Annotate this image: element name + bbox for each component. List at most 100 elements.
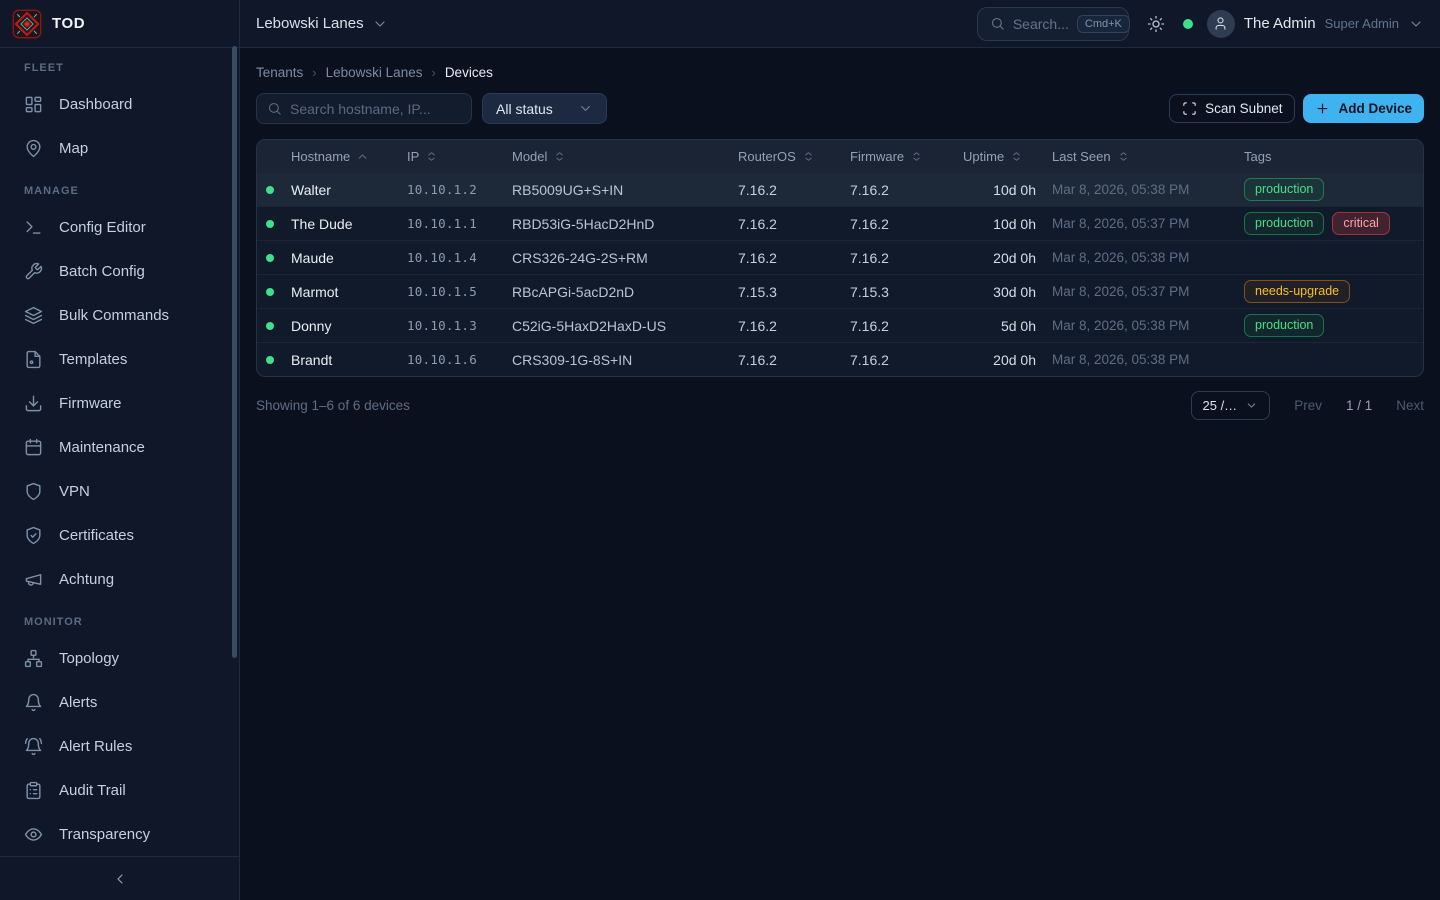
shield-check-icon	[24, 526, 43, 545]
map-pin-icon	[24, 139, 43, 158]
sort-icon	[1117, 150, 1130, 163]
add-device-button[interactable]: Add Device	[1303, 94, 1424, 123]
cell-last-seen: Mar 8, 2026, 05:37 PM	[1044, 284, 1236, 299]
pagination: 25 /… Prev 1 / 1 Next	[1191, 391, 1425, 420]
cell-ip: 10.10.1.3	[399, 318, 504, 333]
column-header-firmware[interactable]: Firmware	[842, 149, 955, 164]
cell-uptime: 10d 0h	[955, 216, 1044, 232]
sort-icon	[553, 150, 566, 163]
sidebar-item-map[interactable]: Map	[12, 126, 227, 170]
status-online-dot	[266, 322, 274, 330]
column-header-routeros[interactable]: RouterOS	[730, 149, 842, 164]
status-filter-select[interactable]: All status	[482, 93, 607, 124]
sidebar-collapse-button[interactable]	[0, 856, 239, 900]
breadcrumb-separator: ›	[312, 65, 316, 80]
sidebar-scrollbar-thumb[interactable]	[232, 46, 237, 658]
sidebar-section: MONITOR TopologyAlertsAlert Rules Audit Tr…	[12, 616, 227, 856]
column-header-uptime[interactable]: Uptime	[955, 149, 1044, 164]
theme-toggle-button[interactable]	[1143, 11, 1169, 37]
cell-hostname: Walter	[283, 182, 399, 198]
sidebar-item-audit-trail[interactable]: Audit Trail	[12, 768, 227, 812]
file-icon	[24, 350, 43, 369]
sidebar-section-label: MONITOR	[12, 616, 227, 628]
status-online-dot	[266, 288, 274, 296]
table-row[interactable]: The Dude10.10.1.1RBD53iG-5HacD2HnD7.16.2…	[257, 206, 1423, 240]
megaphone-icon	[24, 570, 43, 589]
plus-icon	[1315, 101, 1330, 116]
app-root: TOD FLEET Dashboard Map MANAGE Config Editor…	[0, 0, 1440, 900]
cell-routeros: 7.16.2	[730, 250, 842, 266]
cell-last-seen: Mar 8, 2026, 05:38 PM	[1044, 352, 1236, 367]
user-role: Super Admin	[1325, 16, 1399, 31]
sidebar-item-batch-config[interactable]: Batch Config	[12, 249, 227, 293]
bell-ring-icon	[24, 737, 43, 756]
tag-badge-production: production	[1244, 314, 1324, 337]
table-row[interactable]: Walter10.10.1.2RB5009UG+S+IN7.16.27.16.2…	[257, 172, 1423, 206]
bell-icon	[24, 693, 43, 712]
table-row[interactable]: Maude10.10.1.4CRS326-24G-2S+RM7.16.27.16…	[257, 240, 1423, 274]
cell-last-seen: Mar 8, 2026, 05:38 PM	[1044, 250, 1236, 265]
topbar-right: Search... Cmd+K The Admin Super Admin	[977, 7, 1424, 41]
sidebar-item-alerts[interactable]: Alerts	[12, 680, 227, 724]
status-online-dot	[266, 254, 274, 262]
sidebar-section-label: FLEET	[12, 62, 227, 74]
table-row[interactable]: Donny10.10.1.3C52iG-5HaxD2HaxD-US7.16.27…	[257, 308, 1423, 342]
app-logo[interactable]: TOD	[0, 0, 239, 48]
sidebar-item-dashboard[interactable]: Dashboard	[12, 82, 227, 126]
sidebar-item-label: Dashboard	[59, 96, 132, 113]
chevron-down-icon	[578, 101, 593, 116]
column-label: Uptime	[963, 149, 1004, 164]
breadcrumb-tenant[interactable]: Lebowski Lanes	[326, 65, 423, 80]
cell-status	[257, 186, 283, 194]
scan-icon	[1182, 101, 1197, 116]
next-page-button[interactable]: Next	[1396, 398, 1424, 413]
sidebar-section-label: MANAGE	[12, 185, 227, 197]
sidebar-item-config-editor[interactable]: Config Editor	[12, 205, 227, 249]
table-row[interactable]: Brandt10.10.1.6CRS309-1G-8S+IN7.16.27.16…	[257, 342, 1423, 376]
column-header-ip[interactable]: IP	[399, 149, 504, 164]
devices-page: Tenants › Lebowski Lanes › Devices All s…	[240, 48, 1440, 900]
sidebar-item-maintenance[interactable]: Maintenance	[12, 425, 227, 469]
cell-routeros: 7.16.2	[730, 352, 842, 368]
device-search-input[interactable]	[290, 101, 461, 117]
column-header-last-seen[interactable]: Last Seen	[1044, 149, 1236, 164]
sidebar-item-alert-rules[interactable]: Alert Rules	[12, 724, 227, 768]
chevron-down-icon	[1408, 16, 1424, 32]
sidebar-item-bulk-commands[interactable]: Bulk Commands	[12, 293, 227, 337]
column-header-hostname[interactable]: Hostname	[283, 149, 399, 164]
sidebar-item-label: Achtung	[59, 571, 114, 588]
user-menu[interactable]: The Admin Super Admin	[1207, 10, 1424, 38]
breadcrumb-tenants[interactable]: Tenants	[256, 65, 303, 80]
cell-model: CRS309-1G-8S+IN	[504, 352, 730, 368]
cell-last-seen: Mar 8, 2026, 05:38 PM	[1044, 318, 1236, 333]
chevron-down-icon	[1245, 399, 1258, 412]
sidebar-nav: FLEET Dashboard Map MANAGE Config EditorBatc…	[0, 48, 239, 856]
page-indicator: 1 / 1	[1346, 398, 1372, 413]
sidebar-item-vpn[interactable]: VPN	[12, 469, 227, 513]
sidebar-item-firmware[interactable]: Firmware	[12, 381, 227, 425]
clipboard-icon	[24, 781, 43, 800]
sidebar-item-label: Templates	[59, 351, 127, 368]
status-online-dot	[266, 220, 274, 228]
download-icon	[24, 394, 43, 413]
tenant-switcher[interactable]: Lebowski Lanes	[256, 15, 388, 32]
sidebar-item-topology[interactable]: Topology	[12, 636, 227, 680]
cell-firmware: 7.16.2	[842, 318, 955, 334]
dashboard-icon	[24, 95, 43, 114]
sidebar-item-label: Audit Trail	[59, 782, 126, 799]
page-size-select[interactable]: 25 /…	[1191, 391, 1271, 420]
table-row[interactable]: Marmot10.10.1.5RBcAPGi-5acD2nD7.15.37.15…	[257, 274, 1423, 308]
cell-model: RBD53iG-5HacD2HnD	[504, 216, 730, 232]
global-search[interactable]: Search... Cmd+K	[977, 7, 1129, 41]
sidebar-item-templates[interactable]: Templates	[12, 337, 227, 381]
column-label: Hostname	[291, 149, 350, 164]
sidebar-item-certificates[interactable]: Certificates	[12, 513, 227, 557]
topbar: Lebowski Lanes Search... Cmd+K The A	[240, 0, 1440, 48]
cell-firmware: 7.16.2	[842, 352, 955, 368]
sidebar-item-transparency[interactable]: Transparency	[12, 812, 227, 856]
sidebar-item-achtung[interactable]: Achtung	[12, 557, 227, 601]
prev-page-button[interactable]: Prev	[1294, 398, 1322, 413]
column-header-model[interactable]: Model	[504, 149, 730, 164]
tag-badge-needs-upgrade: needs-upgrade	[1244, 280, 1350, 303]
scan-subnet-button[interactable]: Scan Subnet	[1169, 94, 1295, 123]
